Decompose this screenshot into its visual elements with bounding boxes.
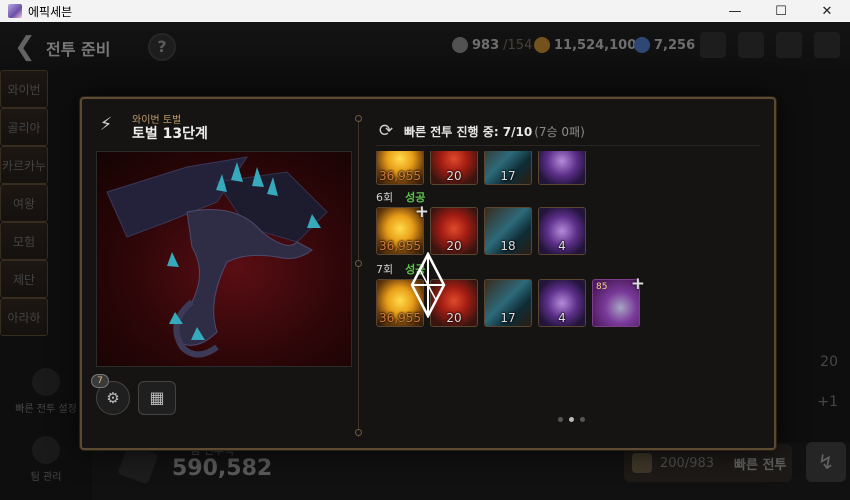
round-header: 6회 성공 [376, 189, 760, 205]
chat-icon[interactable] [776, 32, 802, 58]
left-menu-item[interactable]: 와이번 [0, 70, 48, 108]
item-quantity: 17 [500, 311, 516, 325]
round-number: 6회 [376, 191, 394, 204]
boss-title: 토벌 13단계 [132, 126, 208, 142]
stamina-icon [452, 37, 468, 53]
reward-item-purple[interactable]: 4 [538, 207, 586, 255]
divider-ornament [355, 429, 362, 436]
app-icon [8, 4, 22, 18]
crystal-icon [634, 37, 650, 53]
reward-item-teal[interactable]: 17 [484, 151, 532, 185]
stamina-max: /154 [503, 37, 533, 53]
page-dot-active[interactable] [569, 417, 574, 422]
item-quantity: 17 [500, 169, 516, 183]
left-menu-item[interactable]: 아라하 [0, 298, 48, 336]
minimize-button[interactable]: — [712, 0, 758, 22]
game-viewport: ❮ 전투 준비 ? 983/154 11,524,100 7,256 와이번 골… [0, 22, 850, 500]
wyvern-illustration [106, 156, 328, 358]
reward-item-gold[interactable]: 36,955 [376, 151, 424, 185]
left-menu-item[interactable]: 여왕 [0, 184, 48, 222]
condition-badge: 7 [91, 374, 109, 388]
bonus-plus-icon: + [630, 274, 645, 294]
reward-item-purple[interactable]: 4 [538, 279, 586, 327]
reward-item-teal[interactable]: 17 [484, 279, 532, 327]
menu-grid-icon[interactable] [814, 32, 840, 58]
gold-value: 11,524,100 [554, 37, 637, 53]
left-menu: 와이번 골리아 카르카누 여왕 모험 제단 아라하 [0, 70, 92, 336]
reward-item-teal[interactable]: 18 [484, 207, 532, 255]
reward-item-red[interactable]: 20 [430, 151, 478, 185]
reward-item-gold[interactable]: +36,955 [376, 202, 429, 255]
reward-items: +36,955 20 18 4 [376, 202, 760, 255]
stamina-cost: 200/983 [660, 455, 715, 471]
help-icon[interactable]: ? [148, 33, 176, 61]
item-quantity: 18 [500, 239, 516, 253]
gold-icon [534, 37, 550, 53]
item-level: 85 [596, 282, 608, 292]
page-title: 전투 준비 [46, 40, 111, 59]
close-button[interactable]: ✕ [804, 0, 850, 22]
divider-ornament [355, 260, 362, 267]
quick-battle-label: 빠른 전투 [734, 457, 787, 473]
stamina-value: 983 [472, 37, 500, 53]
quick-battle-settings-label: 빠른 전투 설정 [15, 404, 77, 415]
modal-divider [355, 115, 362, 437]
team-manage-button[interactable]: 팀 관리 [0, 436, 92, 483]
progress-label: 빠른 전투 진행 중: 7/10 [404, 124, 533, 139]
power-value: 590,582 [172, 456, 273, 481]
page-dot[interactable] [580, 417, 585, 422]
round-number: 7회 [376, 263, 394, 276]
swap-icon [32, 436, 60, 464]
reward-item-red[interactable]: 20 [430, 207, 478, 255]
left-menu-item[interactable]: 제단 [0, 260, 48, 298]
mail-icon[interactable] [738, 32, 764, 58]
settings-icon [32, 368, 60, 396]
window-titlebar: 에픽세븐 — ☐ ✕ [0, 0, 850, 22]
gold-resource: 11,524,100 [534, 37, 636, 53]
item-quantity: 20 [446, 169, 462, 183]
crystal-value: 7,256 [654, 37, 696, 53]
boss-portrait [96, 151, 352, 367]
item-quantity: 4 [558, 239, 566, 253]
bonus-plus-icon: + [414, 202, 429, 222]
round-row: 6회 성공 +36,955 20 18 4 [376, 189, 760, 255]
item-quantity: 36,955 [379, 239, 421, 253]
progress-header: ⟳ 빠른 전투 진행 중: 7/10 (7승 0패) [376, 121, 585, 141]
left-menu-item[interactable]: 골리아 [0, 108, 48, 146]
right-number: 20 [820, 354, 838, 370]
stamina-cost-icon [632, 453, 652, 473]
right-number: +1 [817, 394, 838, 410]
item-quantity: 4 [558, 311, 566, 325]
refresh-icon: ⟳ [378, 121, 394, 141]
team-formation-button[interactable]: ▦ [138, 381, 176, 415]
round-row: 5회36,9552017 [376, 151, 760, 185]
reward-items: 36,955 20 17 [376, 151, 760, 185]
quick-battle-settings-button[interactable]: 빠른 전투 설정 [0, 368, 92, 415]
cursor-icon [410, 252, 446, 318]
back-arrow-icon[interactable]: ❮ [14, 32, 36, 62]
left-menu-item[interactable]: 모험 [0, 222, 48, 260]
item-quantity: 36,955 [379, 169, 421, 183]
page-dot[interactable] [558, 417, 563, 422]
team-manage-label: 팀 관리 [30, 472, 62, 483]
stamina-resource: 983/154 [452, 37, 532, 53]
window-title: 에픽세븐 [28, 4, 73, 19]
maximize-button[interactable]: ☐ [758, 0, 804, 22]
pagination-dots [558, 417, 585, 422]
reward-item-pink[interactable]: 85 + [592, 274, 645, 327]
divider-ornament [355, 115, 362, 122]
top-bar: ❮ 전투 준비 ? 983/154 11,524,100 7,256 [0, 22, 850, 70]
reward-item-purple[interactable] [538, 151, 586, 185]
boss-claw-icon: ⚡ [99, 114, 113, 135]
progress-record: (7승 0패) [534, 124, 585, 139]
crystal-resource: 7,256 [634, 37, 695, 53]
left-menu-item[interactable]: 카르카누 [0, 146, 48, 184]
shop-icon[interactable] [700, 32, 726, 58]
start-battle-button[interactable]: ↯ [806, 442, 846, 482]
item-quantity: 20 [446, 239, 462, 253]
progress-separator [376, 145, 760, 146]
